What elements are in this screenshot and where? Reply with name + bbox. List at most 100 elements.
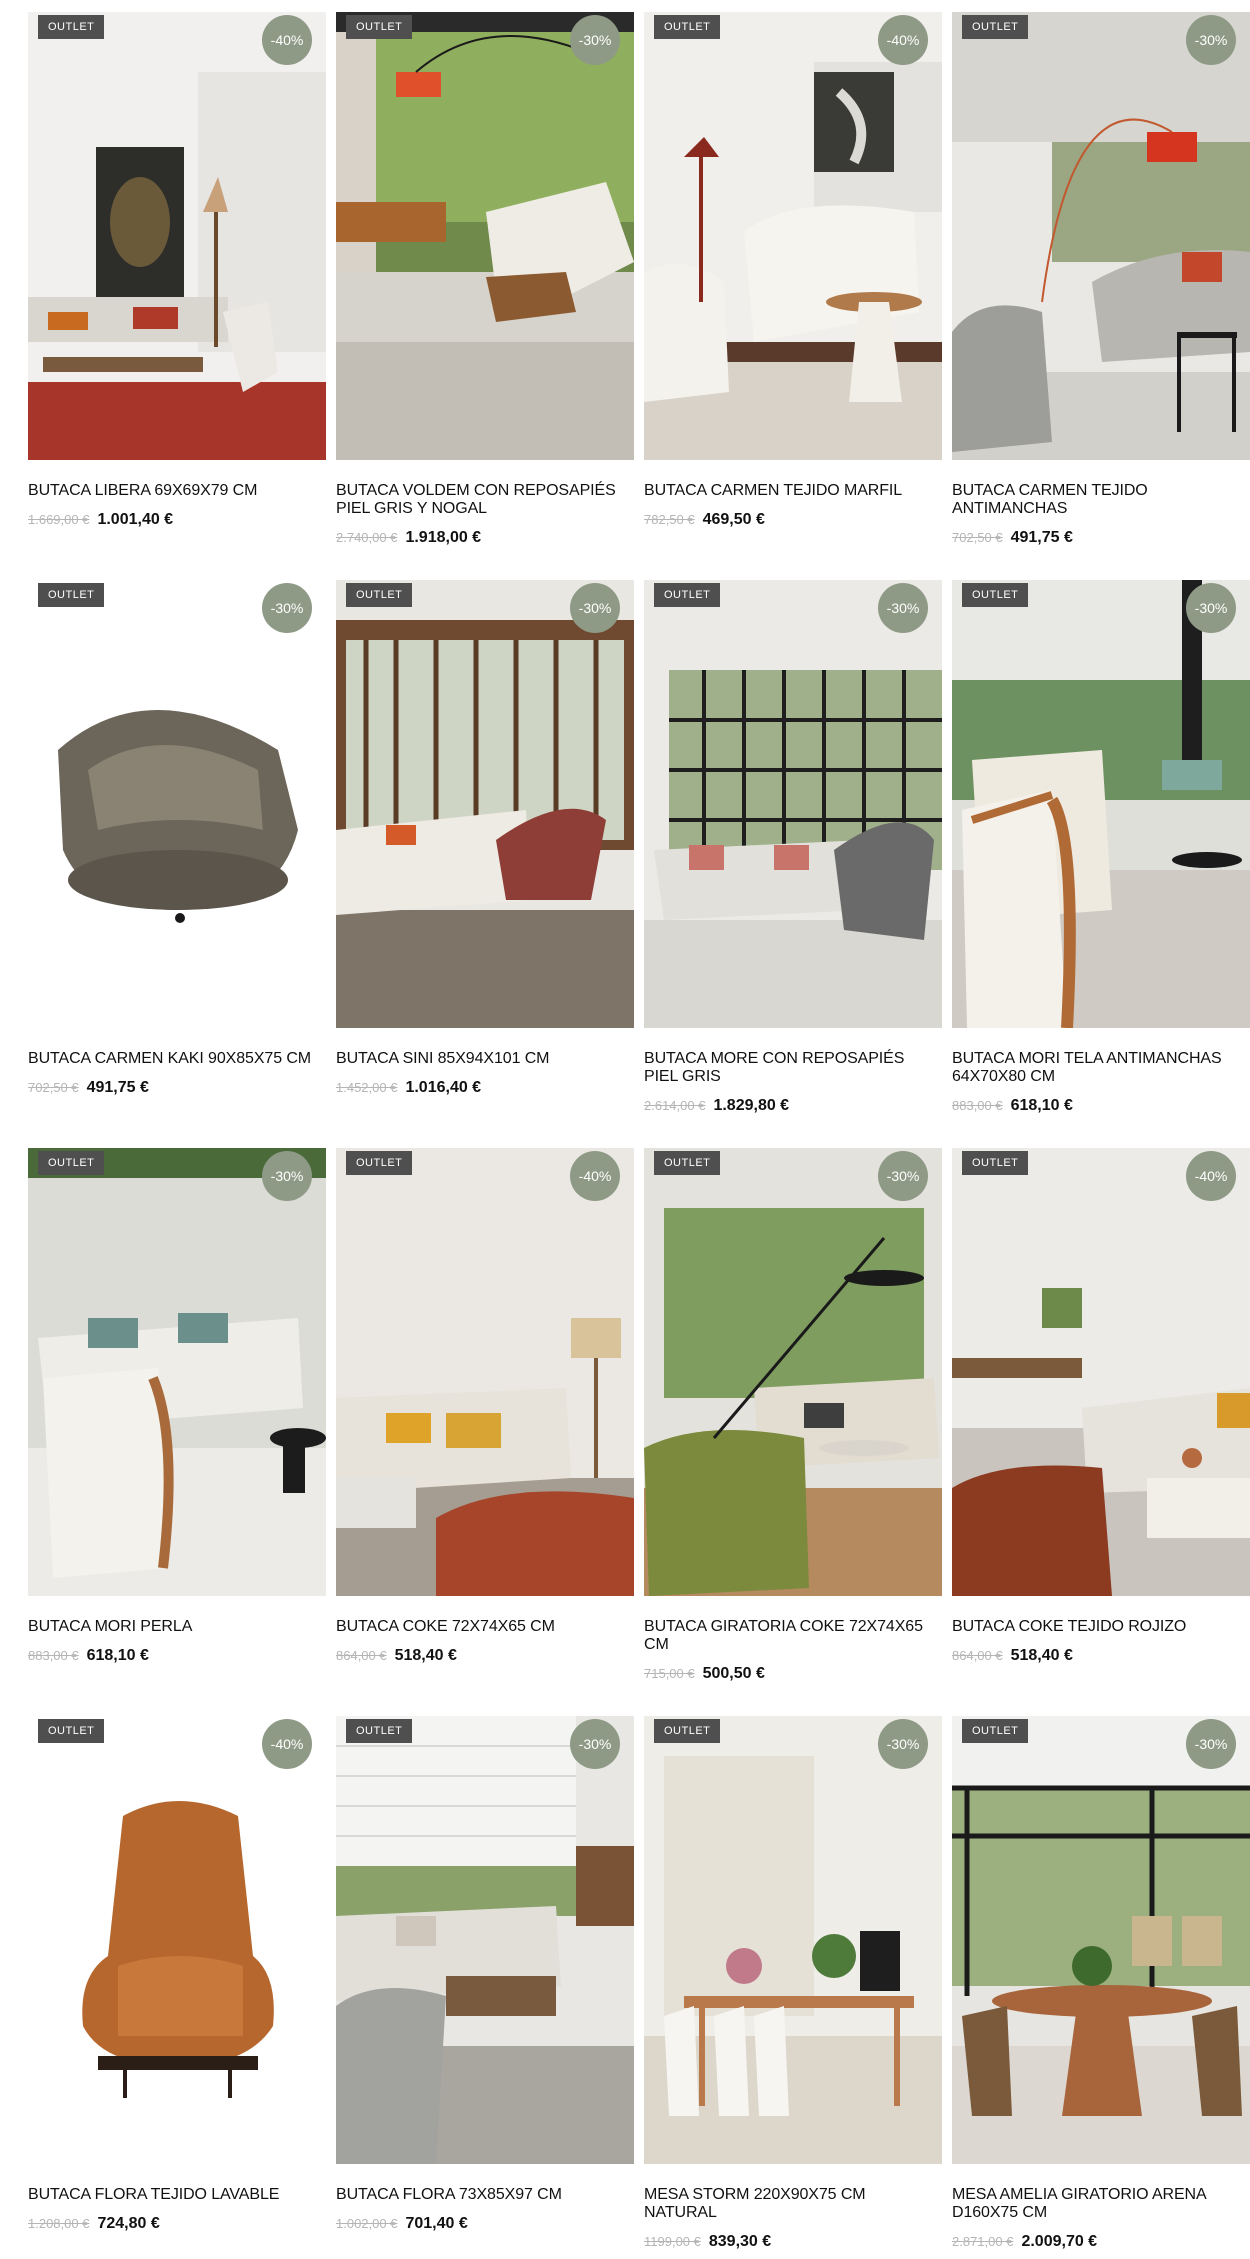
product-name[interactable]: BUTACA LIBERA 69X69X79 CM [28, 482, 326, 500]
product-name[interactable]: MESA AMELIA GIRATORIO ARENA D160X75 CM [952, 2186, 1250, 2222]
outlet-badge: OUTLET [962, 15, 1029, 39]
product-prices: 702,50 € 491,75 € [952, 528, 1073, 547]
product-card[interactable]: OUTLET -40% BUTACA LIBERA 69X69X79 CM 1.… [28, 12, 326, 580]
sale-price: 839,30 € [708, 2233, 772, 2250]
product-name[interactable]: BUTACA CARMEN TEJIDO MARFIL [644, 482, 942, 500]
outlet-badge: OUTLET [962, 583, 1029, 607]
old-price: 2.740,00 € [336, 530, 398, 545]
product-name[interactable]: BUTACA MORI PERLA [28, 1618, 326, 1636]
product-image[interactable]: OUTLET -30% [644, 580, 942, 1028]
product-name[interactable]: BUTACA VOLDEM CON REPOSAPIÉS PIEL GRIS Y… [336, 482, 634, 518]
outlet-badge: OUTLET [962, 1719, 1029, 1743]
old-price: 864,00 € [336, 1648, 387, 1663]
product-prices: 864,00 € 518,40 € [952, 1646, 1073, 1665]
product-row: OUTLET -40% BUTACA LIBERA 69X69X79 CM 1.… [28, 12, 1250, 580]
sale-price: 1.918,00 € [405, 529, 482, 546]
sale-price: 701,40 € [405, 2215, 468, 2232]
product-prices: 1199,00 € 839,30 € [644, 2232, 771, 2251]
product-prices: 1.452,00 € 1.016,40 € [336, 1078, 481, 1097]
old-price: 715,00 € [644, 1666, 695, 1681]
product-row: OUTLET -30% BUTACA CARMEN KAKI 90X85X75 … [28, 580, 1250, 1148]
discount-badge: -30% [878, 583, 928, 633]
product-card[interactable]: OUTLET -30% BUTACA CARMEN TEJIDO ANTIMAN… [952, 12, 1250, 580]
sale-price: 491,75 € [1010, 529, 1073, 546]
product-image[interactable]: OUTLET -30% [644, 1716, 942, 2164]
product-card[interactable]: OUTLET -30% BUTACA GIRATORIA COKE 72X74X… [644, 1148, 942, 1716]
product-image[interactable]: OUTLET -30% [644, 1148, 942, 1596]
product-card[interactable]: OUTLET -40% BUTACA FLORA TEJIDO LAVABLE … [28, 1716, 326, 2259]
product-card[interactable]: OUTLET -30% MESA AMELIA GIRATORIO ARENA … [952, 1716, 1250, 2259]
product-card[interactable]: OUTLET -30% BUTACA CARMEN KAKI 90X85X75 … [28, 580, 326, 1148]
product-card[interactable]: OUTLET -40% BUTACA CARMEN TEJIDO MARFIL … [644, 12, 942, 580]
discount-badge: -40% [262, 15, 312, 65]
sale-price: 518,40 € [1010, 1647, 1073, 1664]
product-image[interactable]: OUTLET -30% [952, 1716, 1250, 2164]
product-image[interactable]: OUTLET -40% [644, 12, 942, 460]
product-name[interactable]: BUTACA CARMEN KAKI 90X85X75 CM [28, 1050, 326, 1068]
sale-price: 1.001,40 € [97, 511, 174, 528]
product-name[interactable]: BUTACA FLORA TEJIDO LAVABLE [28, 2186, 326, 2204]
sale-price: 491,75 € [86, 1079, 149, 1096]
product-card[interactable]: OUTLET -30% MESA STORM 220X90X75 CM NATU… [644, 1716, 942, 2259]
outlet-badge: OUTLET [654, 1151, 721, 1175]
product-card[interactable]: OUTLET -30% BUTACA MORI TELA ANTIMANCHAS… [952, 580, 1250, 1148]
product-name[interactable]: BUTACA MORE CON REPOSAPIÉS PIEL GRIS [644, 1050, 942, 1086]
outlet-badge: OUTLET [346, 15, 413, 39]
product-image[interactable]: OUTLET -40% [28, 12, 326, 460]
sale-price: 469,50 € [702, 511, 765, 528]
outlet-badge: OUTLET [38, 583, 105, 607]
sale-price: 518,40 € [394, 1647, 457, 1664]
outlet-badge: OUTLET [654, 15, 721, 39]
product-name[interactable]: BUTACA COKE TEJIDO ROJIZO [952, 1618, 1250, 1636]
discount-badge: -40% [262, 1719, 312, 1769]
product-image[interactable]: OUTLET -30% [336, 580, 634, 1028]
product-card[interactable]: OUTLET -30% BUTACA MORI PERLA 883,00 € 61… [28, 1148, 326, 1716]
product-image[interactable]: OUTLET -40% [28, 1716, 326, 2164]
product-card[interactable]: OUTLET -40% BUTACA COKE TEJIDO ROJIZO 86… [952, 1148, 1250, 1716]
product-image[interactable]: OUTLET -30% [28, 580, 326, 1028]
product-prices: 782,50 € 469,50 € [644, 510, 765, 529]
product-name[interactable]: BUTACA SINI 85X94X101 CM [336, 1050, 634, 1068]
old-price: 782,50 € [644, 512, 695, 527]
old-price: 1.452,00 € [336, 1080, 398, 1095]
discount-badge: -30% [262, 583, 312, 633]
product-image[interactable]: OUTLET -30% [28, 1148, 326, 1596]
old-price: 1.669,00 € [28, 512, 90, 527]
product-card[interactable]: OUTLET -40% BUTACA COKE 72X74X65 CM 864,… [336, 1148, 634, 1716]
discount-badge: -30% [570, 15, 620, 65]
discount-badge: -40% [570, 1151, 620, 1201]
outlet-badge: OUTLET [962, 1151, 1029, 1175]
product-card[interactable]: OUTLET -30% BUTACA SINI 85X94X101 CM 1.4… [336, 580, 634, 1148]
product-card[interactable]: OUTLET -30% BUTACA FLORA 73X85X97 CM 1.0… [336, 1716, 634, 2259]
product-name[interactable]: BUTACA GIRATORIA COKE 72X74X65 CM [644, 1618, 942, 1654]
product-card[interactable]: OUTLET -30% BUTACA VOLDEM CON REPOSAPIÉS… [336, 12, 634, 580]
product-image[interactable]: OUTLET -30% [952, 580, 1250, 1028]
discount-badge: -30% [878, 1151, 928, 1201]
product-name[interactable]: MESA STORM 220X90X75 CM NATURAL [644, 2186, 942, 2222]
product-image[interactable]: OUTLET -30% [336, 12, 634, 460]
product-prices: 2.871,00 € 2.009,70 € [952, 2232, 1097, 2251]
product-prices: 864,00 € 518,40 € [336, 1646, 457, 1665]
product-prices: 2.740,00 € 1.918,00 € [336, 528, 481, 547]
product-name[interactable]: BUTACA COKE 72X74X65 CM [336, 1618, 634, 1636]
old-price: 702,50 € [28, 1080, 79, 1095]
sale-price: 1.829,80 € [713, 1097, 790, 1114]
product-image[interactable]: OUTLET -30% [952, 12, 1250, 460]
product-prices: 1.208,00 € 724,80 € [28, 2214, 160, 2233]
product-card[interactable]: OUTLET -30% BUTACA MORE CON REPOSAPIÉS P… [644, 580, 942, 1148]
product-image[interactable]: OUTLET -40% [336, 1148, 634, 1596]
product-prices: 715,00 € 500,50 € [644, 1664, 765, 1683]
product-name[interactable]: BUTACA MORI TELA ANTIMANCHAS 64X70X80 CM [952, 1050, 1250, 1086]
discount-badge: -40% [1186, 1151, 1236, 1201]
sale-price: 500,50 € [702, 1665, 765, 1682]
discount-badge: -40% [878, 15, 928, 65]
product-name[interactable]: BUTACA CARMEN TEJIDO ANTIMANCHAS [952, 482, 1250, 518]
outlet-badge: OUTLET [346, 1151, 413, 1175]
product-name[interactable]: BUTACA FLORA 73X85X97 CM [336, 2186, 634, 2204]
sale-price: 1.016,40 € [405, 1079, 482, 1096]
outlet-badge: OUTLET [38, 15, 105, 39]
product-prices: 702,50 € 491,75 € [28, 1078, 149, 1097]
product-image[interactable]: OUTLET -30% [336, 1716, 634, 2164]
outlet-badge: OUTLET [346, 1719, 413, 1743]
product-image[interactable]: OUTLET -40% [952, 1148, 1250, 1596]
